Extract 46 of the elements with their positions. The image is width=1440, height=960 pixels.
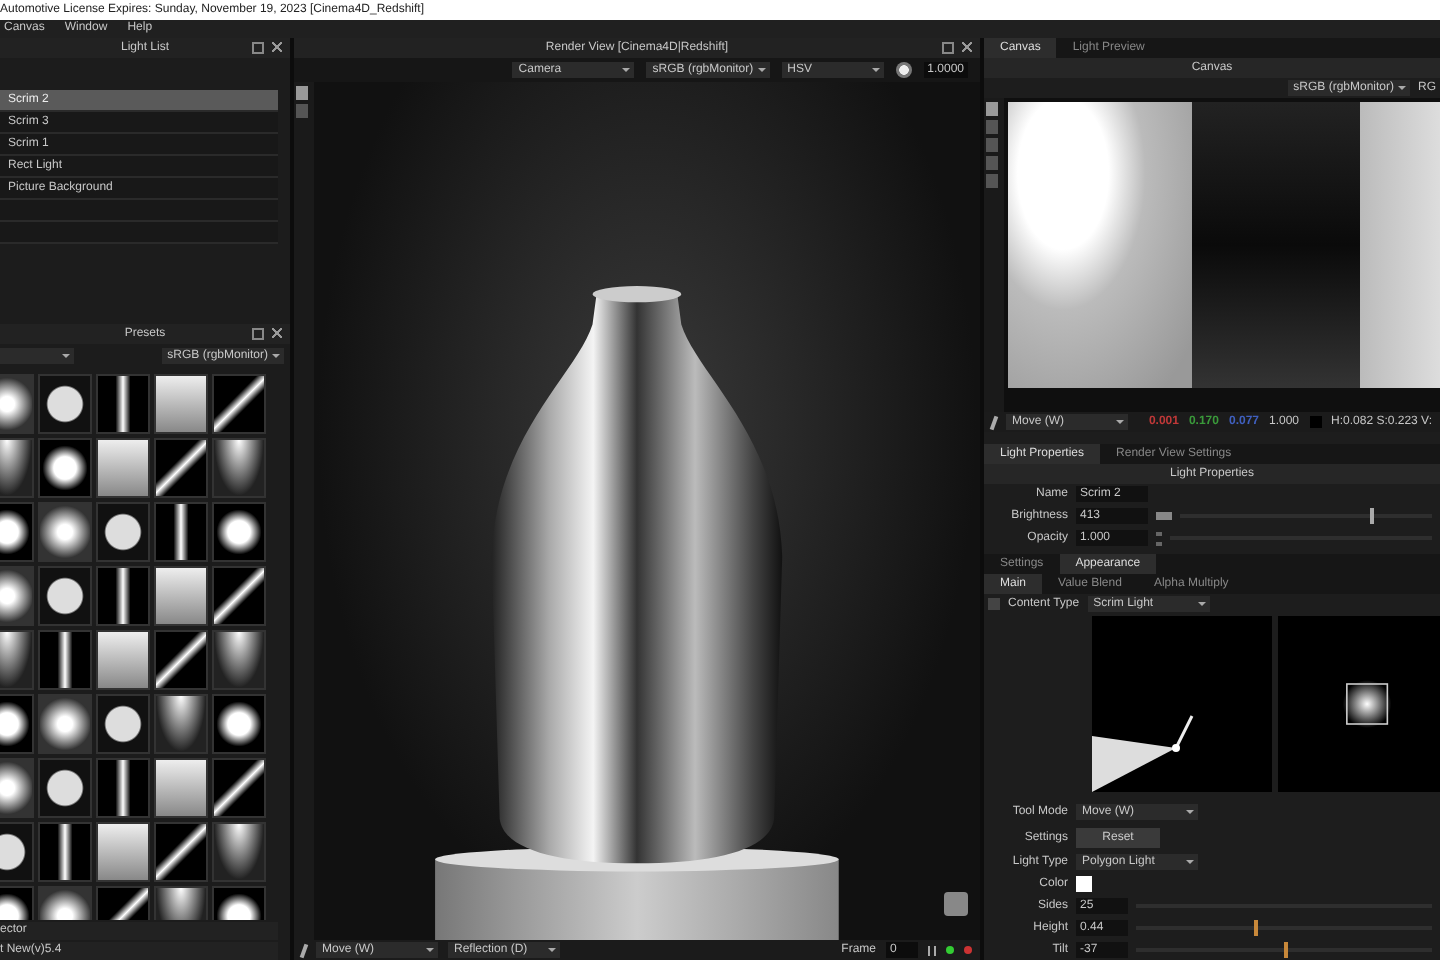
- preset-thumbnail[interactable]: [212, 630, 266, 690]
- preset-thumbnail[interactable]: [154, 758, 208, 818]
- preset-thumbnail[interactable]: [154, 502, 208, 562]
- preset-thumbnail[interactable]: [212, 566, 266, 626]
- status-dot-icon: [946, 946, 954, 954]
- preset-thumbnail[interactable]: [154, 566, 208, 626]
- preset-thumbnail[interactable]: [96, 758, 150, 818]
- preset-thumbnail[interactable]: [96, 566, 150, 626]
- preset-thumbnail[interactable]: [96, 438, 150, 498]
- preset-thumbnail[interactable]: [154, 374, 208, 434]
- preset-thumbnail[interactable]: [38, 374, 92, 434]
- float-icon[interactable]: [942, 42, 954, 54]
- checkbox[interactable]: [988, 597, 1000, 610]
- preset-thumbnail[interactable]: [212, 502, 266, 562]
- preset-thumbnail[interactable]: [154, 694, 208, 754]
- preset-thumbnail[interactable]: [38, 694, 92, 754]
- preset-thumbnail[interactable]: [38, 438, 92, 498]
- preset-thumbnail[interactable]: [212, 374, 266, 434]
- close-icon[interactable]: [272, 328, 282, 338]
- preset-thumbnail[interactable]: [96, 630, 150, 690]
- pixel-swatch: [1309, 416, 1322, 429]
- preset-thumbnail[interactable]: [38, 822, 92, 882]
- close-icon[interactable]: [962, 42, 972, 52]
- float-icon[interactable]: [252, 328, 264, 340]
- preset-thumbnail[interactable]: [154, 438, 208, 498]
- close-icon[interactable]: [272, 42, 282, 52]
- exposure-icon[interactable]: [895, 62, 912, 78]
- preset-thumbnail[interactable]: [154, 822, 208, 882]
- slider-thumb[interactable]: [1254, 919, 1259, 936]
- preset-thumbnail[interactable]: [212, 438, 266, 498]
- preset-thumbnail[interactable]: [212, 822, 266, 882]
- preset-thumbnail[interactable]: [38, 502, 92, 562]
- status-dot-icon: [964, 946, 972, 954]
- preset-thumbnail[interactable]: [38, 630, 92, 690]
- preset-thumbnail[interactable]: [96, 694, 150, 754]
- preset-thumbnail[interactable]: [96, 374, 150, 434]
- preset-thumbnail[interactable]: [96, 502, 150, 562]
- preset-thumbnail[interactable]: [38, 566, 92, 626]
- preset-thumbnail[interactable]: [212, 694, 266, 754]
- color-swatch[interactable]: [1076, 876, 1092, 893]
- preset-thumbnail[interactable]: [38, 758, 92, 818]
- preset-thumbnail[interactable]: [96, 822, 150, 882]
- pause-icon[interactable]: [928, 945, 936, 955]
- preset-thumbnail[interactable]: [212, 758, 266, 818]
- preset-thumbnail[interactable]: [154, 630, 208, 690]
- float-icon[interactable]: [252, 42, 264, 54]
